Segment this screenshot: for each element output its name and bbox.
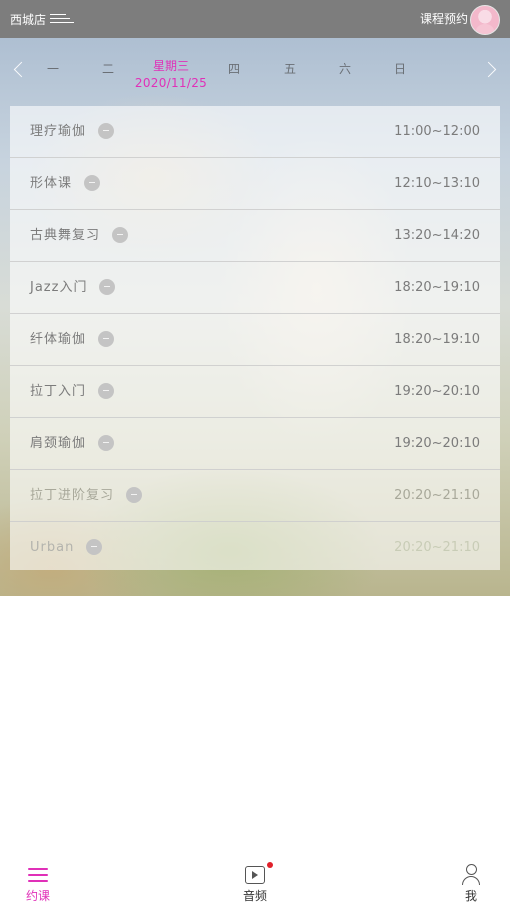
course-name-wrap: Urban — [30, 522, 103, 573]
course-row[interactable]: 拉丁入门 19:20~20:10 — [10, 366, 500, 418]
store-name: 西城店 — [10, 12, 47, 27]
day-saturday[interactable]: 六 — [325, 60, 365, 77]
day-friday[interactable]: 五 — [270, 60, 310, 77]
course-name: Urban — [30, 540, 75, 555]
course-row[interactable]: 形体课 12:10~13:10 — [10, 158, 500, 210]
course-time: 20:20~21:10 — [394, 540, 480, 555]
nav-label: 音频 — [242, 889, 267, 903]
day-label: 星期三 — [152, 59, 189, 73]
day-label: 四 — [227, 62, 240, 76]
course-name: 形体课 — [30, 176, 73, 191]
day-sunday[interactable]: 日 — [380, 60, 420, 77]
selected-date: 2020/11/25 — [134, 76, 208, 90]
course-time: 18:20~19:10 — [394, 332, 480, 347]
course-row[interactable]: Urban 20:20~21:10 — [10, 522, 500, 573]
course-time: 19:20~20:10 — [394, 384, 480, 399]
minus-icon[interactable] — [84, 174, 101, 191]
background-photo: 一 二 星期三 2020/11/25 四 五 六 日 理疗瑜伽 11:00~12… — [0, 38, 510, 596]
bottom-nav: 约课 音频 我 — [0, 856, 510, 904]
page-title: 课程预约 — [419, 12, 468, 26]
course-name-wrap: 形体课 — [30, 158, 101, 209]
course-name-wrap: 古典舞复习 — [30, 210, 129, 261]
course-name-wrap: 纤体瑜伽 — [30, 314, 115, 365]
course-row[interactable]: 拉丁进阶复习 20:20~21:10 — [10, 470, 500, 522]
nav-label: 约课 — [25, 889, 50, 903]
course-name: 理疗瑜伽 — [30, 124, 87, 139]
avatar[interactable] — [470, 5, 500, 35]
course-name-wrap: 拉丁进阶复习 — [30, 470, 143, 521]
course-name-wrap: 理疗瑜伽 — [30, 106, 115, 157]
store-selector[interactable]: 西城店 — [10, 0, 75, 38]
day-label: 一 — [46, 62, 59, 76]
hamburger-icon — [28, 867, 48, 883]
day-label: 日 — [393, 62, 406, 76]
minus-icon[interactable] — [126, 486, 143, 503]
minus-icon[interactable] — [112, 226, 129, 243]
person-icon — [462, 864, 480, 885]
course-time: 19:20~20:10 — [394, 436, 480, 451]
chevron-left-icon[interactable] — [13, 61, 30, 78]
chevron-right-icon[interactable] — [480, 61, 497, 78]
minus-icon[interactable] — [86, 538, 103, 555]
course-name-wrap: Jazz入门 — [30, 262, 116, 313]
course-time: 11:00~12:00 — [394, 124, 480, 139]
course-name-wrap: 拉丁入门 — [30, 366, 115, 417]
day-wednesday-selected[interactable]: 星期三 2020/11/25 — [126, 58, 216, 92]
course-row[interactable]: 肩颈瑜伽 19:20~20:10 — [10, 418, 500, 470]
course-name: 拉丁进阶复习 — [30, 488, 115, 503]
course-row[interactable]: Jazz入门 18:20~19:10 — [10, 262, 500, 314]
minus-icon[interactable] — [98, 122, 115, 139]
course-time: 13:20~14:20 — [394, 228, 480, 243]
menu-lines-icon — [50, 13, 75, 25]
course-name: Jazz入门 — [30, 280, 88, 295]
course-row[interactable]: 纤体瑜伽 18:20~19:10 — [10, 314, 500, 366]
day-label: 二 — [101, 62, 114, 76]
day-monday[interactable]: 一 — [33, 60, 73, 77]
minus-icon[interactable] — [98, 434, 115, 451]
nav-label: 我 — [464, 889, 477, 903]
course-row[interactable]: 古典舞复习 13:20~14:20 — [10, 210, 500, 262]
course-time: 20:20~21:10 — [394, 488, 480, 503]
course-name-wrap: 肩颈瑜伽 — [30, 418, 115, 469]
week-nav: 一 二 星期三 2020/11/25 四 五 六 日 — [0, 38, 510, 106]
nav-item-me[interactable]: 我 — [441, 856, 501, 904]
course-name: 古典舞复习 — [30, 228, 101, 243]
play-icon — [245, 866, 265, 884]
course-name: 肩颈瑜伽 — [30, 436, 87, 451]
minus-icon[interactable] — [98, 330, 115, 347]
course-list: 理疗瑜伽 11:00~12:00 形体课 12:10~13:10 古典舞复习 1… — [10, 106, 500, 570]
nav-item-classes[interactable]: 约课 — [8, 856, 68, 904]
course-time: 12:10~13:10 — [394, 176, 480, 191]
day-label: 六 — [338, 62, 351, 76]
minus-icon[interactable] — [98, 382, 115, 399]
course-time: 18:20~19:10 — [394, 280, 480, 295]
day-tuesday[interactable]: 二 — [88, 60, 128, 77]
course-name: 纤体瑜伽 — [30, 332, 87, 347]
course-name: 拉丁入门 — [30, 384, 87, 399]
nav-item-audio[interactable]: 音频 — [225, 856, 285, 904]
course-row[interactable]: 理疗瑜伽 11:00~12:00 — [10, 106, 500, 158]
day-thursday[interactable]: 四 — [214, 60, 254, 77]
day-label: 五 — [283, 62, 296, 76]
notification-dot — [267, 862, 273, 868]
minus-icon[interactable] — [99, 278, 116, 295]
top-bar: 西城店 课程预约 — [0, 0, 510, 38]
